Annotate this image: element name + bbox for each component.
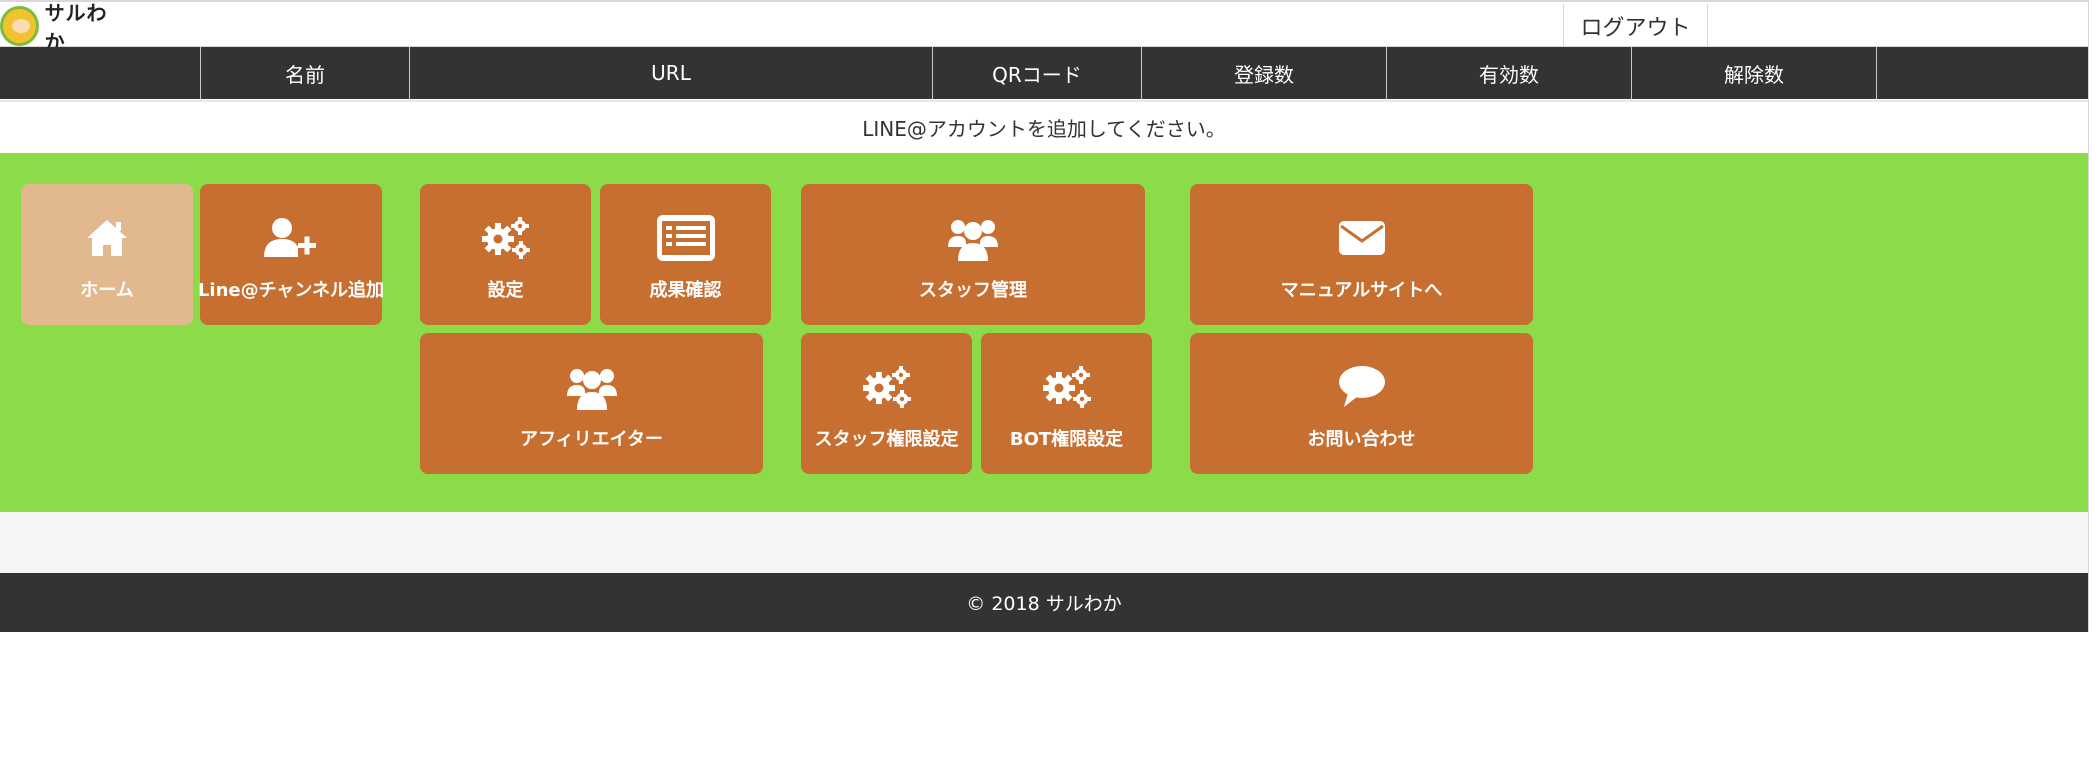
monkey-logo-icon [0, 6, 39, 46]
app-logo[interactable]: サルわか [0, 1, 125, 54]
staff-management-label: スタッフ管理 [919, 280, 1027, 301]
top-header: サルわか ログアウト [0, 0, 2088, 54]
contact-tile[interactable]: お問い合わせ [1190, 333, 1533, 474]
copyright-text: © 2018 サルわか [966, 593, 1122, 615]
staff-management-tile[interactable]: スタッフ管理 [801, 184, 1145, 325]
gears-icon [862, 363, 912, 411]
footer: © 2018 サルわか [0, 573, 2088, 632]
column-header-blank [0, 47, 201, 99]
manual-site-tile[interactable]: マニュアルサイトへ [1190, 184, 1533, 325]
menu-panel: ホーム Line@チャンネル追加 設定 成果確認 スタッフ管理 マニュアルサイト… [0, 153, 2088, 512]
table-header: 名前 URL QRコード 登録数 有効数 解除数 [0, 47, 2088, 99]
home-tile[interactable]: ホーム [21, 184, 193, 325]
speech-bubble-icon [1338, 363, 1386, 411]
results-label: 成果確認 [649, 280, 722, 301]
users-icon [948, 214, 998, 262]
column-header-url[interactable]: URL [410, 47, 933, 99]
affiliator-label: アフィリエイター [520, 429, 663, 450]
list-icon [656, 214, 716, 262]
home-label: ホーム [80, 280, 134, 301]
users-icon [566, 363, 617, 411]
add-channel-tile[interactable]: Line@チャンネル追加 [197, 184, 385, 325]
affiliator-tile[interactable]: アフィリエイター [420, 333, 763, 474]
gears-icon [481, 214, 531, 262]
add-user-icon [264, 214, 318, 262]
settings-label: 設定 [487, 280, 524, 301]
gears-icon [1042, 363, 1092, 411]
column-header-active[interactable]: 有効数 [1387, 47, 1632, 99]
add-channel-label: Line@チャンネル追加 [197, 280, 385, 301]
logout-button[interactable]: ログアウト [1563, 4, 1708, 47]
empty-table-message: LINE@アカウントを追加してください。 [0, 100, 2088, 153]
contact-label: お問い合わせ [1307, 429, 1416, 450]
home-icon [85, 214, 129, 262]
spacer-strip [0, 512, 2088, 573]
column-header-actions [1877, 47, 2088, 99]
settings-tile[interactable]: 設定 [420, 184, 591, 325]
column-header-name[interactable]: 名前 [201, 47, 410, 99]
results-tile[interactable]: 成果確認 [600, 184, 771, 325]
staff-permissions-tile[interactable]: スタッフ権限設定 [801, 333, 972, 474]
column-header-cancelled[interactable]: 解除数 [1632, 47, 1877, 99]
manual-site-label: マニュアルサイトへ [1280, 280, 1443, 301]
bot-permissions-tile[interactable]: BOT権限設定 [981, 333, 1152, 474]
page-right-border [2088, 0, 2089, 632]
column-header-registered[interactable]: 登録数 [1142, 47, 1387, 99]
column-header-qrcode[interactable]: QRコード [933, 47, 1142, 99]
envelope-icon [1338, 214, 1386, 262]
staff-permissions-label: スタッフ権限設定 [814, 429, 959, 450]
bot-permissions-label: BOT権限設定 [1009, 429, 1124, 450]
